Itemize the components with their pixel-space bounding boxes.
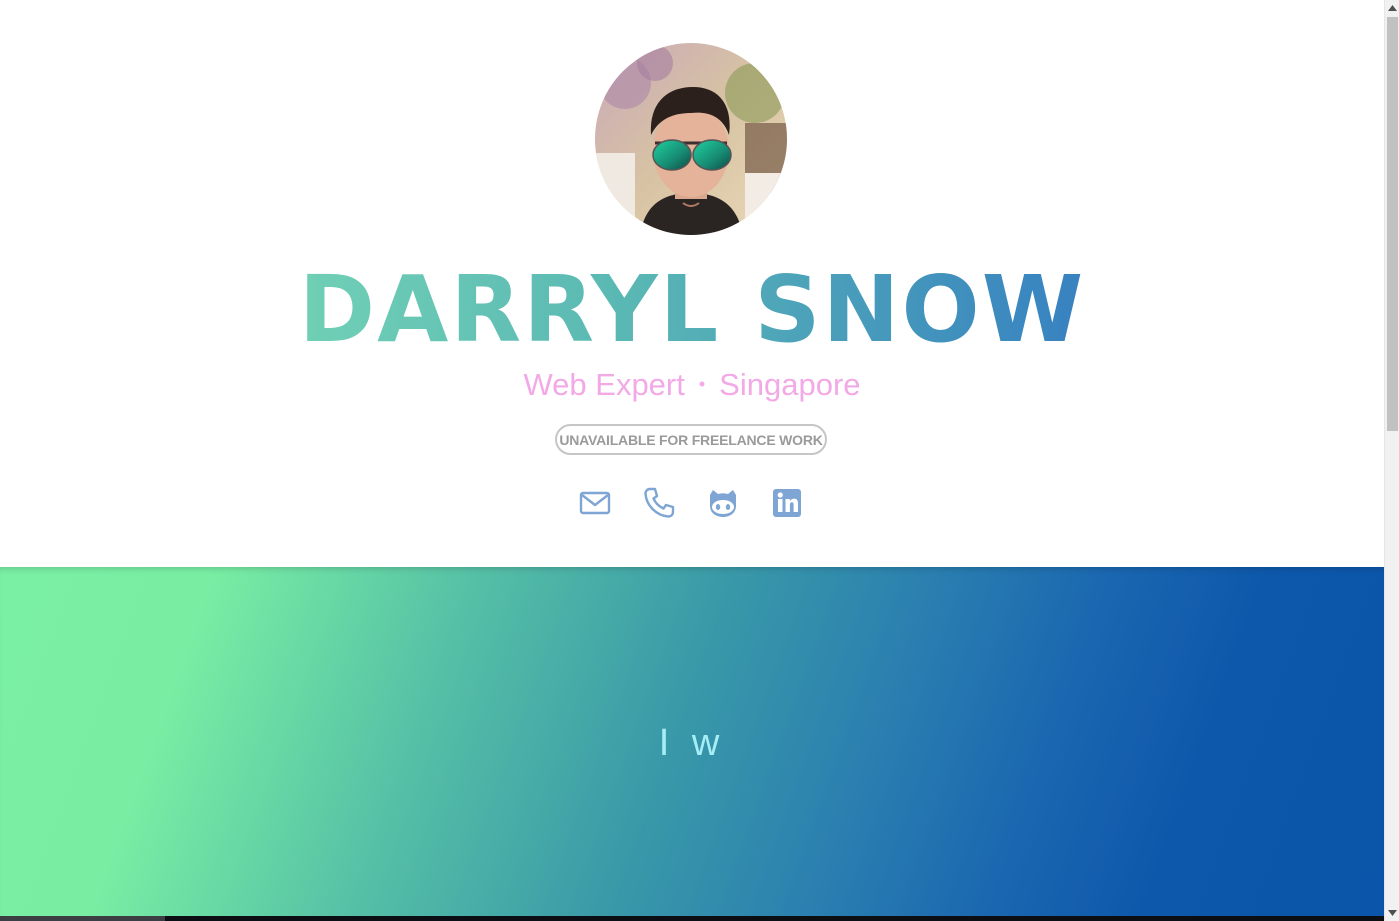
scroll-up-button[interactable] (1385, 0, 1399, 16)
email-link[interactable] (578, 486, 612, 520)
profile-subtitle: Web Expert • Singapore (0, 364, 1384, 408)
scroll-down-button[interactable] (1385, 905, 1399, 921)
phone-link[interactable] (642, 486, 676, 520)
bottom-strip-highlight (0, 916, 165, 921)
phone-icon (644, 487, 675, 518)
availability-badge: UNAVAILABLE FOR FREELANCE WORK (555, 424, 827, 455)
profile-name: DARRYL SNOW (0, 258, 1384, 362)
caret-up-icon (1388, 5, 1397, 11)
bottom-strip (0, 916, 1384, 921)
social-links (0, 486, 1384, 522)
avatar-photo (595, 43, 787, 235)
caret-down-icon (1388, 910, 1397, 916)
vertical-scrollbar[interactable] (1384, 0, 1399, 921)
github-link[interactable] (706, 486, 740, 520)
scrollbar-thumb[interactable] (1387, 17, 1398, 431)
typing-text: I w (658, 722, 726, 764)
linkedin-link[interactable] (770, 486, 804, 520)
avatar (595, 43, 787, 235)
github-icon (710, 490, 736, 517)
profile-location: Singapore (719, 367, 861, 402)
profile-header: DARRYL SNOW Web Expert • Singapore UNAVAIL… (0, 0, 1384, 567)
mail-icon (579, 491, 611, 515)
subtitle-separator: • (698, 373, 706, 394)
page: DARRYL SNOW Web Expert • Singapore UNAVAIL… (0, 0, 1384, 921)
linkedin-icon (773, 489, 801, 517)
profile-role: Web Expert (523, 367, 685, 402)
